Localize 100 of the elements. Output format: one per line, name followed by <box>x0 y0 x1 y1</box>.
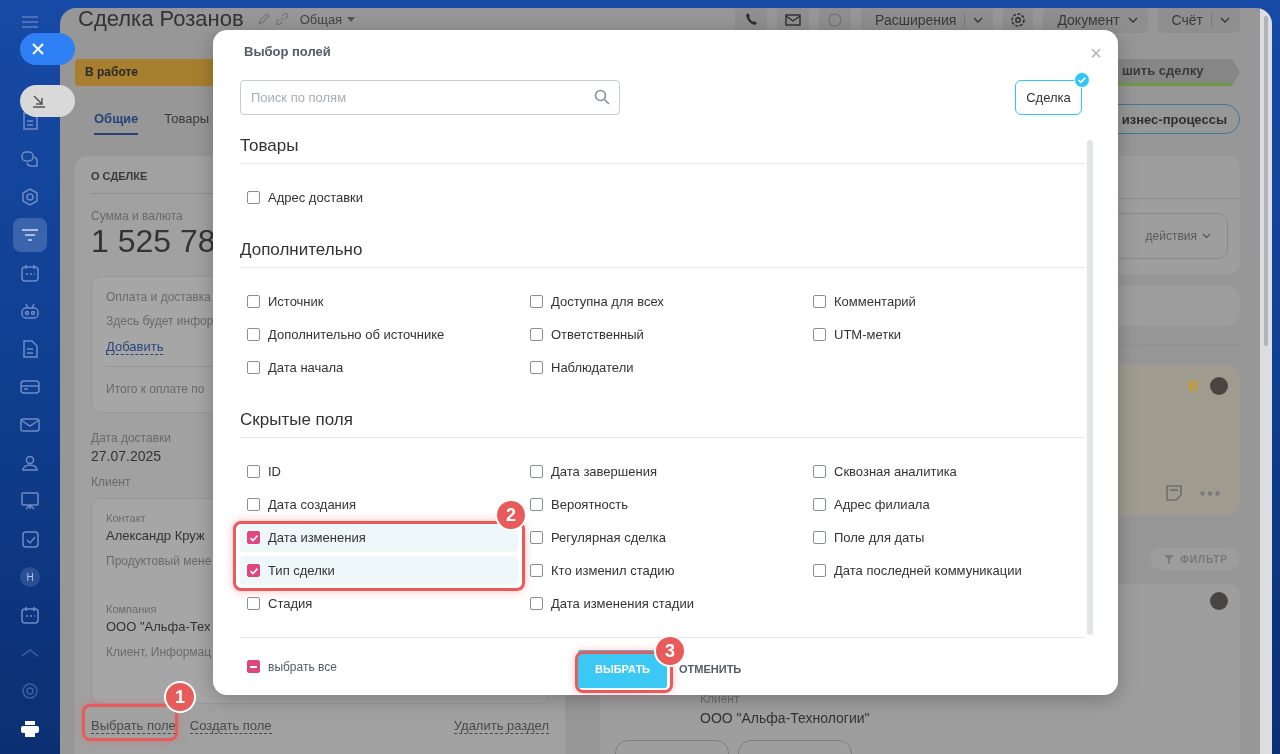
scrollbar[interactable] <box>1087 140 1093 635</box>
stage-label: В работе <box>85 65 138 80</box>
menu-icon[interactable] <box>22 16 38 28</box>
checkbox[interactable] <box>247 531 260 544</box>
checkbox[interactable] <box>530 531 543 544</box>
checkbox[interactable] <box>247 597 260 610</box>
contact-role: Продуктовый мене <box>106 554 212 568</box>
close-icon <box>32 43 44 55</box>
dialog-title: Выбор полей <box>243 43 332 60</box>
checkbox[interactable] <box>247 295 260 308</box>
checkbox[interactable] <box>813 498 826 511</box>
calendar-icon[interactable] <box>21 606 39 624</box>
field-option[interactable]: Кто изменил стадию <box>523 556 683 585</box>
document-icon[interactable] <box>22 340 38 358</box>
field-option[interactable]: Дата завершения <box>523 457 665 486</box>
tab[interactable]: Товары <box>164 103 210 135</box>
printer-icon[interactable] <box>21 721 39 737</box>
field-option[interactable]: Адрес филиала <box>806 490 938 519</box>
user-avatar[interactable]: H <box>20 567 40 587</box>
document-icon[interactable] <box>22 112 38 130</box>
robot-icon[interactable] <box>21 303 39 319</box>
checkbox[interactable] <box>813 465 826 478</box>
search-field[interactable]: Поиск по полям <box>240 80 620 115</box>
checkbox[interactable] <box>247 660 260 673</box>
field-option[interactable]: Дополнительно об источнике <box>240 320 453 349</box>
field-label: Оплата и доставка <box>106 290 211 304</box>
checkbox[interactable] <box>813 328 826 341</box>
field-label: Контакт <box>106 512 146 524</box>
close-button[interactable] <box>20 33 75 65</box>
field-option[interactable]: Дата последней коммуникации <box>806 556 1030 585</box>
field-option[interactable]: Доступна для всех <box>523 287 672 316</box>
field-option[interactable]: Дата изменения <box>240 523 518 552</box>
checkbox[interactable] <box>813 531 826 544</box>
checkbox[interactable] <box>247 564 260 577</box>
checkbox[interactable] <box>813 564 826 577</box>
hexagon-icon[interactable] <box>21 188 39 206</box>
check-badge-icon <box>1074 72 1090 88</box>
checkbox[interactable] <box>813 295 826 308</box>
toolbar-dropdown[interactable]: Документ <box>1043 8 1148 34</box>
field-option[interactable]: ID <box>240 457 289 486</box>
checkbox[interactable] <box>247 361 260 374</box>
field-option[interactable]: Ответственный <box>523 320 652 349</box>
checkbox[interactable] <box>530 361 543 374</box>
field-option[interactable]: Наблюдатели <box>523 353 642 382</box>
checkbox[interactable] <box>530 328 543 341</box>
section-heading: Скрытые поля <box>240 409 1085 438</box>
action-link[interactable]: Создать поле <box>189 718 272 734</box>
field-option[interactable]: Поле для даты <box>806 523 933 552</box>
caret-icon <box>1202 233 1211 239</box>
search-icon[interactable] <box>594 89 610 105</box>
card-icon[interactable] <box>20 380 40 394</box>
field-option[interactable]: Сквозная аналитика <box>806 457 965 486</box>
select-all-option[interactable]: выбрать все <box>240 659 337 674</box>
people-icon[interactable] <box>20 455 40 471</box>
field-option[interactable]: Дата начала <box>240 353 352 382</box>
field-option[interactable]: Адрес доставки <box>240 183 372 212</box>
caret-icon <box>1127 17 1138 24</box>
chevron-up-icon[interactable] <box>21 649 39 657</box>
scrollbar[interactable] <box>1260 8 1272 754</box>
field-option[interactable]: Комментарий <box>806 287 924 316</box>
caret-icon <box>347 16 356 22</box>
field-option[interactable]: Источник <box>240 287 332 316</box>
section-heading: Товары <box>240 135 1085 164</box>
client-name[interactable]: ООО "Альфа-Технологии" <box>700 710 1228 726</box>
field-option[interactable]: Стадия <box>240 589 321 618</box>
field-option[interactable]: UTM-метки <box>806 320 910 349</box>
note-icon[interactable] <box>1166 485 1182 501</box>
field-value: 27.07.2025 <box>91 448 162 464</box>
calendar-icon[interactable] <box>21 264 39 282</box>
board-icon[interactable] <box>21 492 39 510</box>
avatar-placeholder <box>1210 592 1228 610</box>
checkbox[interactable] <box>530 498 543 511</box>
toolbar-dropdown[interactable]: Счёт <box>1157 8 1240 34</box>
payment-text: Здесь будет инфор <box>106 314 214 328</box>
deal-title: Сделка Розанов <box>78 8 244 31</box>
checkbox[interactable] <box>530 597 543 610</box>
company-name[interactable]: ООО "Альфа-Тех <box>106 618 211 635</box>
field-option[interactable]: Тип сделки <box>240 556 518 585</box>
link-icon[interactable] <box>275 13 288 26</box>
checkbox[interactable] <box>530 295 543 308</box>
caret-icon <box>1220 17 1230 24</box>
company-info: Клиент, Информац <box>106 645 212 659</box>
checkbox-icon[interactable] <box>21 530 39 548</box>
add-link[interactable]: Добавить <box>106 339 164 355</box>
field-option[interactable]: Дата создания <box>240 490 365 519</box>
section-heading: Дополнительно <box>240 239 1085 268</box>
section-heading: О СДЕЛКЕ <box>91 170 148 182</box>
action-link[interactable]: Выбрать поле <box>91 718 176 734</box>
caret-icon <box>973 17 984 24</box>
avatar-placeholder <box>1210 377 1228 395</box>
checkbox[interactable] <box>530 564 543 577</box>
field-option[interactable]: Дата изменения стадии <box>523 589 702 618</box>
checkbox[interactable] <box>247 465 260 478</box>
checkbox[interactable] <box>247 328 260 341</box>
checkbox[interactable] <box>247 191 260 204</box>
contact-name[interactable]: Александр Круж <box>106 527 205 544</box>
checkbox[interactable] <box>247 498 260 511</box>
action-link[interactable]: Удалить раздел <box>453 718 549 734</box>
checkbox[interactable] <box>530 465 543 478</box>
collapse-button[interactable] <box>20 85 75 117</box>
